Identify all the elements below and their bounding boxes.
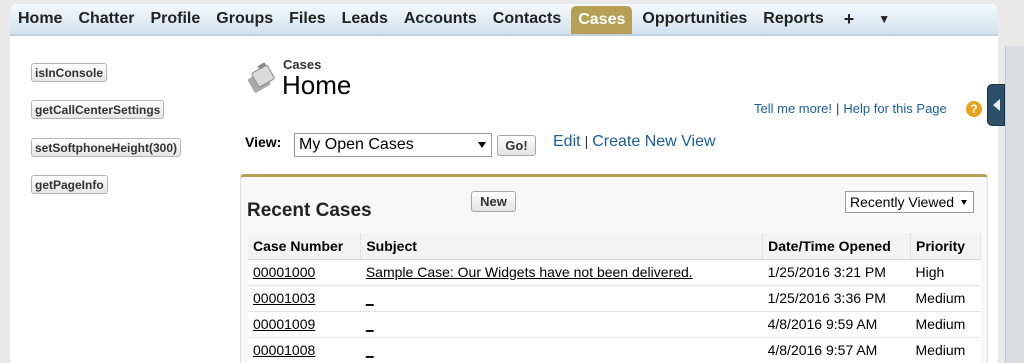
set-softphone-height-button[interactable]: setSoftphoneHeight(300) (31, 138, 182, 157)
table-row: 00001000 Sample Case: Our Widgets have n… (248, 259, 981, 286)
tell-me-more-link[interactable]: Tell me more! (754, 101, 832, 116)
tab-accounts[interactable]: Accounts (396, 4, 485, 34)
case-priority: High (910, 259, 981, 286)
help-links: Tell me more! | Help for this Page (754, 101, 947, 116)
get-page-info-button[interactable]: getPageInfo (31, 175, 108, 194)
recently-viewed-select[interactable]: Recently Viewed (845, 191, 974, 213)
page-title: Home (282, 70, 352, 100)
case-subject-link[interactable]: Sample Case: Our Widgets have not been d… (360, 259, 763, 286)
table-header-row: Case Number Subject Date/Time Opened Pri… (248, 233, 981, 260)
table-row: 00001008 _ 4/8/2016 9:57 AM Medium (248, 337, 981, 363)
view-select[interactable]: My Open Cases (294, 133, 492, 157)
table-row: 00001009 _ 4/8/2016 9:59 AM Medium (248, 311, 981, 338)
column-header-priority[interactable]: Priority (910, 233, 981, 260)
chevron-down-icon (478, 142, 486, 148)
recent-cases-title: Recent Cases (247, 200, 372, 221)
tab-reports[interactable]: Reports (755, 4, 831, 34)
case-subject-link[interactable]: _ (360, 311, 763, 338)
tab-bar: Home Chatter Profile Groups Files Leads … (10, 4, 998, 36)
help-for-page-link[interactable]: Help for this Page (843, 101, 946, 116)
tab-contacts[interactable]: Contacts (485, 4, 569, 34)
case-date-opened: 1/25/2016 3:36 PM (762, 285, 911, 312)
tab-profile[interactable]: Profile (142, 4, 208, 34)
chevron-left-icon (992, 99, 1000, 111)
case-number-link[interactable]: 00001003 (248, 285, 361, 312)
chevron-down-icon (961, 200, 967, 205)
tab-cases[interactable]: Cases (571, 6, 633, 34)
view-label: View: (245, 134, 282, 150)
case-priority: Medium (910, 285, 981, 312)
recent-cases-table: Case Number Subject Date/Time Opened Pri… (248, 233, 981, 363)
is-in-console-button[interactable]: isInConsole (31, 63, 108, 82)
console-sidebar (1005, 46, 1024, 363)
case-date-opened: 4/8/2016 9:57 AM (762, 337, 911, 363)
case-subject-link[interactable]: _ (360, 337, 763, 363)
tab-chatter[interactable]: Chatter (70, 4, 142, 34)
create-new-view-link[interactable]: Create New View (592, 133, 715, 150)
tab-leads[interactable]: Leads (334, 4, 396, 34)
tab-groups[interactable]: Groups (208, 4, 281, 34)
column-header-subject[interactable]: Subject (360, 233, 764, 260)
case-number-link[interactable]: 00001008 (248, 337, 361, 363)
view-select-value: My Open Cases (299, 136, 414, 153)
recently-viewed-value: Recently Viewed (850, 194, 955, 210)
help-separator: | (836, 101, 840, 116)
case-subject-link[interactable]: _ (360, 285, 763, 312)
edit-view-link[interactable]: Edit (553, 133, 581, 150)
column-header-case-number[interactable]: Case Number (248, 233, 362, 260)
add-tab-button[interactable]: + (832, 4, 867, 34)
case-date-opened: 4/8/2016 9:59 AM (762, 311, 911, 338)
case-priority: Medium (910, 337, 981, 363)
more-tabs-dropdown[interactable]: ▼ (866, 4, 902, 34)
tab-files[interactable]: Files (281, 4, 333, 34)
tab-opportunities[interactable]: Opportunities (634, 4, 755, 34)
view-links: Edit | Create New View (553, 133, 716, 151)
go-button[interactable]: Go! (497, 135, 536, 156)
help-icon[interactable]: ? (966, 101, 982, 117)
tab-home[interactable]: Home (10, 4, 70, 34)
get-call-center-settings-button[interactable]: getCallCenterSettings (31, 100, 165, 119)
sidebar-toggle-button[interactable] (987, 84, 1005, 126)
table-row: 00001003 _ 1/25/2016 3:36 PM Medium (248, 285, 981, 312)
case-number-link[interactable]: 00001009 (248, 311, 361, 338)
new-case-button[interactable]: New (471, 191, 516, 212)
case-priority: Medium (910, 311, 981, 338)
view-links-separator: | (584, 133, 589, 149)
cases-icon (247, 62, 275, 93)
case-date-opened: 1/25/2016 3:21 PM (762, 259, 911, 286)
column-header-date-opened[interactable]: Date/Time Opened (762, 233, 912, 260)
case-number-link[interactable]: 00001000 (248, 259, 361, 286)
